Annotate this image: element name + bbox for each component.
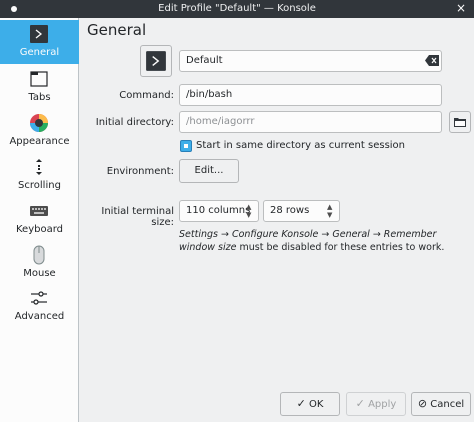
- ok-button[interactable]: ✓ OK: [280, 392, 340, 416]
- sidebar-item-label: General: [19, 47, 60, 58]
- rows-value: 28 rows: [270, 205, 310, 216]
- profile-name-input[interactable]: Default: [179, 50, 442, 72]
- window-close-button[interactable]: ×: [456, 1, 466, 15]
- scroll-arrows-icon: [36, 159, 42, 175]
- spin-arrows-icon[interactable]: ▲ ▼: [246, 203, 254, 219]
- command-label: Command:: [119, 90, 174, 101]
- sidebar-item-label: Mouse: [23, 268, 56, 279]
- apply-label: Apply: [368, 399, 397, 410]
- same-directory-label: Start in same directory as current sessi…: [196, 140, 406, 151]
- sidebar-item-tabs[interactable]: Tabs: [0, 65, 79, 109]
- sidebar-item-label: Scrolling: [18, 180, 61, 191]
- page-title: General: [87, 21, 147, 39]
- sidebar-item-label: Keyboard: [15, 224, 63, 235]
- apply-button[interactable]: ✓ Apply: [346, 392, 406, 416]
- sidebar-item-advanced[interactable]: Advanced: [0, 284, 79, 328]
- cancel-icon: ⊘: [417, 397, 428, 410]
- cancel-button[interactable]: ⊘ Cancel: [411, 392, 471, 416]
- clear-text-icon[interactable]: [425, 55, 439, 66]
- general-page: General Default Command: /bin/bash Initi…: [80, 18, 474, 422]
- columns-spinbox[interactable]: 110 columns ▲ ▼: [179, 200, 259, 222]
- sidebar-item-general[interactable]: General: [0, 20, 79, 64]
- sidebar-item-appearance[interactable]: Appearance: [0, 109, 79, 153]
- mouse-icon: [33, 245, 45, 265]
- ok-label: OK: [308, 399, 324, 410]
- sidebar-item-label: Tabs: [28, 92, 51, 103]
- command-input[interactable]: /bin/bash: [179, 84, 442, 106]
- terminal-size-label: Initial terminal size:: [101, 206, 174, 228]
- sidebar-item-keyboard[interactable]: Keyboard: [0, 197, 79, 241]
- initial-directory-label: Initial directory:: [95, 117, 174, 128]
- check-icon: ✓: [296, 397, 306, 410]
- columns-value: 110 columns: [186, 205, 251, 216]
- cancel-label: Cancel: [430, 399, 465, 410]
- color-wheel-icon: [30, 114, 48, 132]
- sidebar-item-scrolling[interactable]: Scrolling: [0, 153, 79, 197]
- sidebar-item-label: Advanced: [14, 311, 65, 322]
- rows-spinbox[interactable]: 28 rows ▲ ▼: [263, 200, 340, 222]
- window-titlebar: Edit Profile "Default" — Konsole ×: [0, 0, 474, 18]
- environment-label: Environment:: [106, 166, 174, 177]
- initial-directory-input[interactable]: /home/iagorrr: [179, 111, 442, 133]
- terminal-icon: [30, 25, 48, 43]
- note-text: must be disabled for these entries to wo…: [236, 242, 445, 253]
- sidebar-item-mouse[interactable]: Mouse: [0, 241, 79, 285]
- profile-icon-button[interactable]: [140, 45, 172, 77]
- terminal-icon: [146, 51, 166, 71]
- terminal-size-note: Settings → Configure Konsole → General →…: [179, 228, 469, 254]
- folder-icon: [454, 118, 466, 127]
- same-directory-checkbox[interactable]: [180, 140, 192, 152]
- check-icon: ✓: [355, 397, 365, 410]
- sliders-icon: [31, 291, 47, 305]
- tabs-icon: [30, 71, 48, 87]
- browse-directory-button[interactable]: [449, 111, 471, 133]
- sidebar-item-label: Appearance: [9, 136, 70, 147]
- keyboard-icon: [30, 206, 48, 216]
- edit-environment-button[interactable]: Edit...: [179, 159, 239, 183]
- spin-arrows-icon[interactable]: ▲ ▼: [327, 203, 335, 219]
- settings-sidebar: General Tabs Appearance Scrolling Keyboa…: [0, 18, 79, 422]
- window-title: Edit Profile "Default" — Konsole: [158, 3, 316, 14]
